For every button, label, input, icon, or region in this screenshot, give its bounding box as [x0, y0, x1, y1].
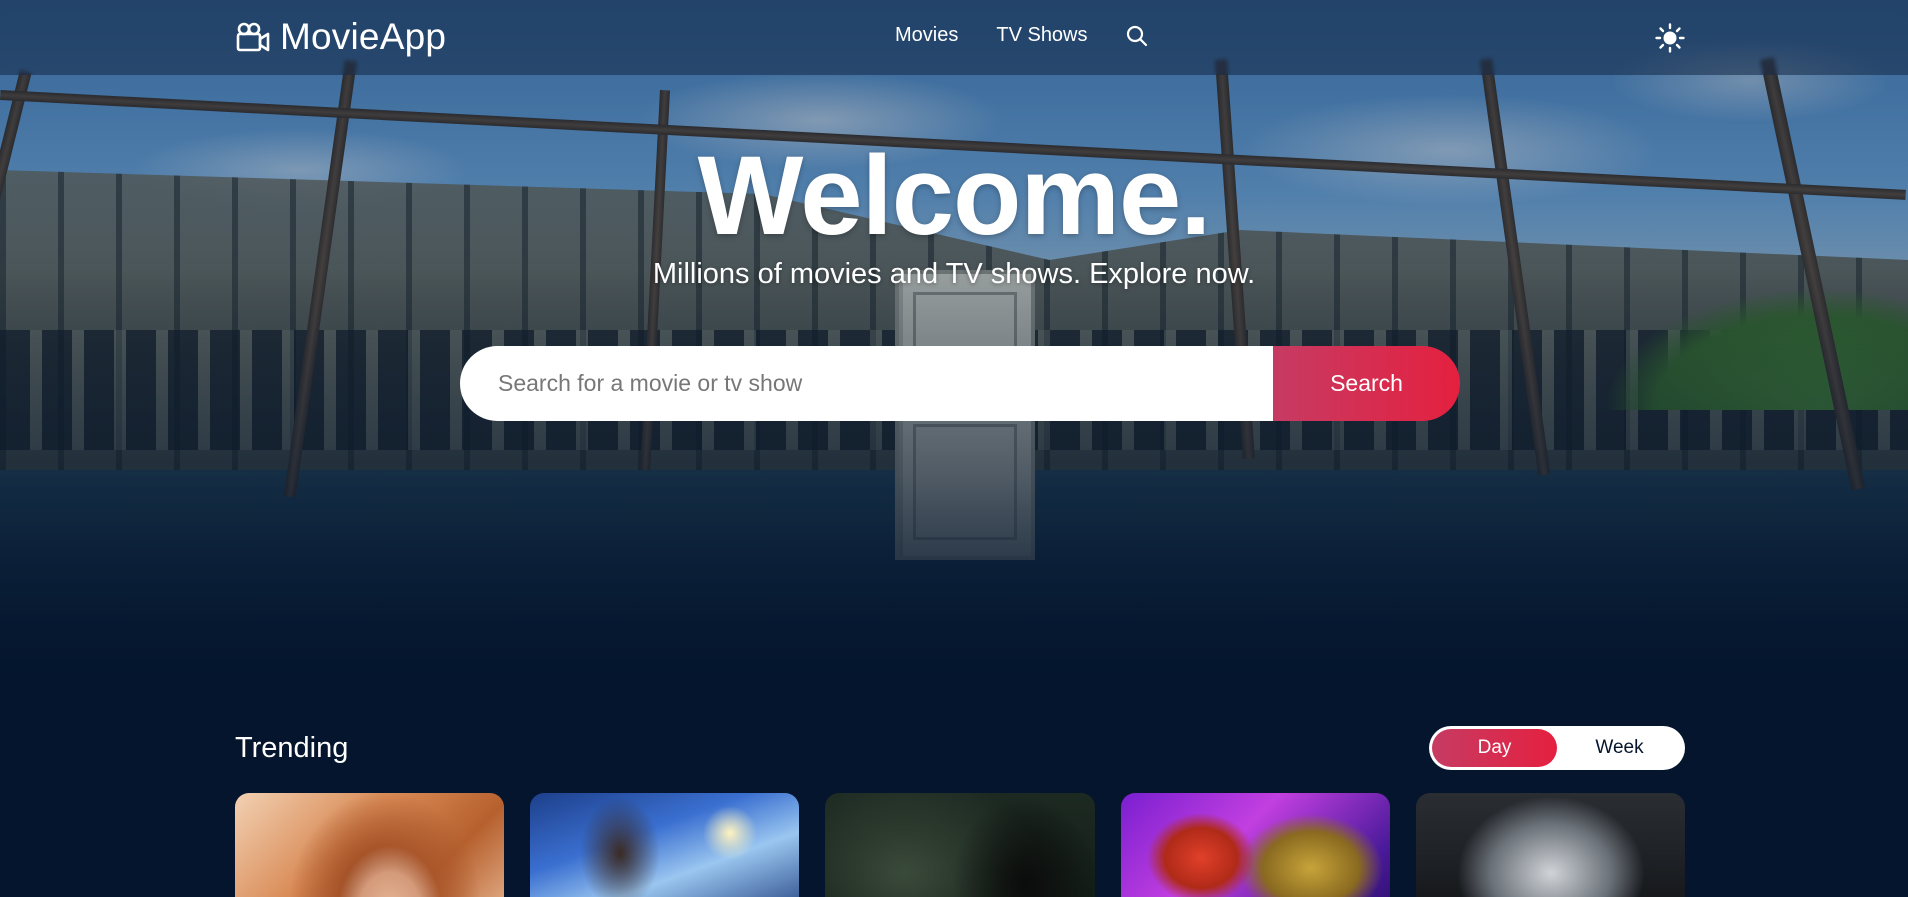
site-header: MovieApp Movies TV Shows: [0, 0, 1908, 75]
movie-card-poster[interactable]: [1415, 793, 1686, 897]
hero-content: Welcome. Millions of movies and TV shows…: [0, 140, 1908, 291]
switch-tab-day[interactable]: Day: [1432, 729, 1557, 767]
logo-text: MovieApp: [280, 16, 447, 57]
hero-search-bar: Search: [460, 346, 1460, 421]
search-button[interactable]: Search: [1273, 346, 1460, 421]
trending-header: Trending Day Week: [235, 726, 1685, 770]
video-camera-icon: [236, 22, 270, 52]
movie-card-poster[interactable]: [235, 793, 505, 897]
switch-tab-week[interactable]: Week: [1557, 729, 1682, 767]
hero-subtitle: Millions of movies and TV shows. Explore…: [652, 258, 1256, 290]
hero-overlay: [0, 0, 1908, 680]
nav-tv-shows[interactable]: TV Shows: [996, 24, 1087, 47]
hero-banner: [0, 0, 1908, 680]
search-input[interactable]: [460, 346, 1273, 421]
nav-movies[interactable]: Movies: [895, 24, 958, 47]
logo[interactable]: MovieApp: [236, 16, 446, 58]
movie-card-poster[interactable]: [530, 793, 800, 897]
main-nav: Movies TV Shows: [895, 24, 1148, 47]
page: MovieApp Movies TV Shows Welcome. Millio…: [0, 0, 1908, 897]
trending-carousel: [235, 793, 1686, 897]
search-icon[interactable]: [1126, 25, 1148, 47]
movie-card-poster[interactable]: [1120, 793, 1390, 897]
trending-title: Trending: [235, 731, 349, 764]
hero-title: Welcome.: [697, 133, 1212, 258]
trending-switch: Day Week: [1429, 726, 1685, 770]
sun-icon[interactable]: [1655, 23, 1685, 53]
movie-card-poster[interactable]: [825, 793, 1095, 897]
